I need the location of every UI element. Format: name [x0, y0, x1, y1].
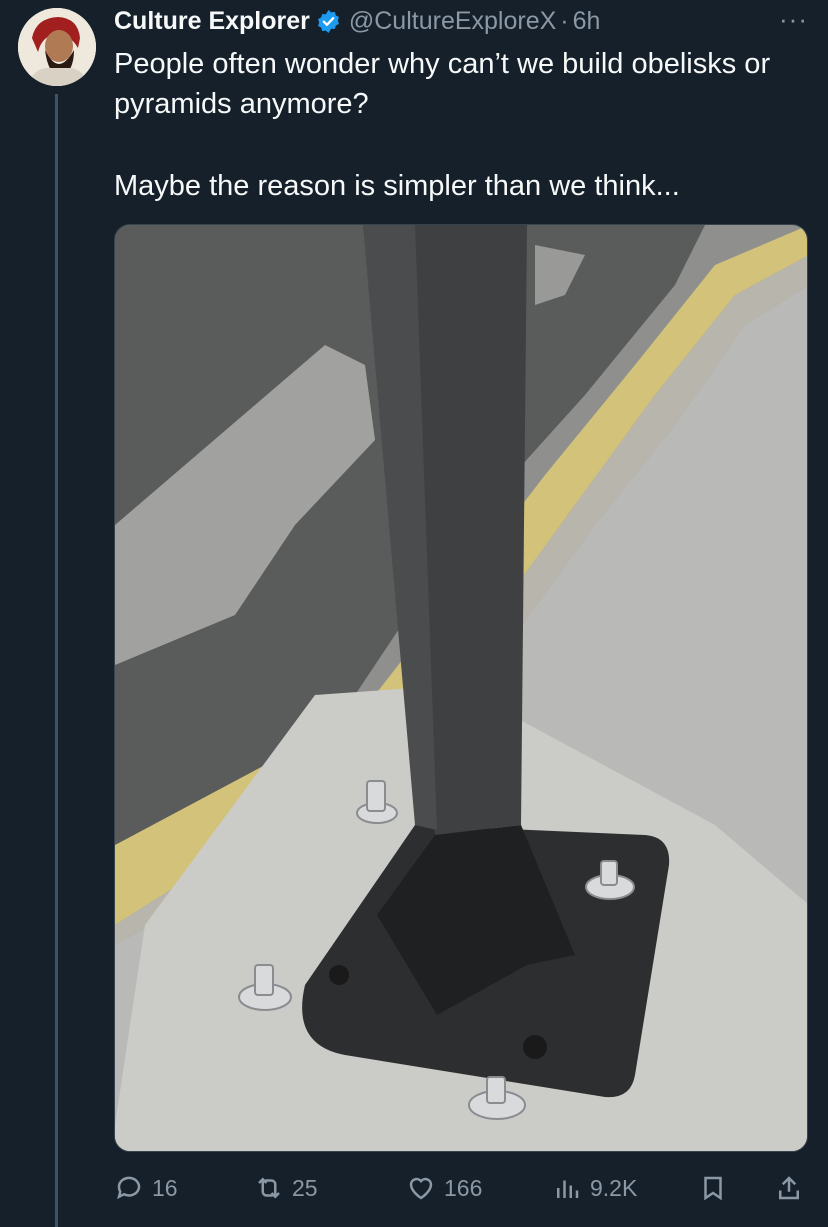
views-count: 9.2K — [590, 1174, 638, 1201]
retweet-count: 25 — [292, 1174, 318, 1201]
reply-count: 16 — [152, 1174, 178, 1201]
bookmark-icon — [704, 1176, 722, 1201]
tweet-text-line2: Maybe the reason is simpler than we thin… — [114, 170, 680, 202]
like-count: 166 — [444, 1174, 483, 1201]
thread-line — [55, 94, 58, 1227]
heart-icon — [409, 1177, 433, 1200]
avatar[interactable] — [18, 8, 96, 86]
like-button[interactable]: 166 — [406, 1168, 482, 1208]
tweet-actions: 16 25 166 9.2K — [114, 1168, 808, 1208]
tweet-text-line1: People often wonder why can’t we build o… — [114, 48, 771, 120]
author-handle[interactable]: @CultureExploreX — [349, 7, 556, 36]
retweet-button[interactable]: 25 — [254, 1168, 318, 1208]
tweet-photo[interactable] — [114, 224, 808, 1152]
tweet-header: Culture Explorer @CultureExploreX · 6h ·… — [114, 4, 808, 38]
tweet-timestamp[interactable]: 6h — [573, 7, 601, 36]
verified-badge-icon — [316, 9, 341, 34]
share-button[interactable] — [774, 1168, 804, 1208]
views-icon — [557, 1180, 579, 1198]
bookmark-button[interactable] — [698, 1168, 728, 1208]
views-button[interactable]: 9.2K — [552, 1168, 637, 1208]
reply-button[interactable]: 16 — [114, 1168, 178, 1208]
share-icon — [779, 1176, 799, 1200]
separator-dot: · — [560, 6, 569, 35]
author-name[interactable]: Culture Explorer — [114, 7, 310, 36]
tweet-text: People often wonder why can’t we build o… — [114, 44, 814, 206]
reply-icon — [117, 1176, 141, 1200]
retweet-icon — [258, 1177, 280, 1199]
more-options-icon[interactable]: ··· — [779, 4, 808, 35]
